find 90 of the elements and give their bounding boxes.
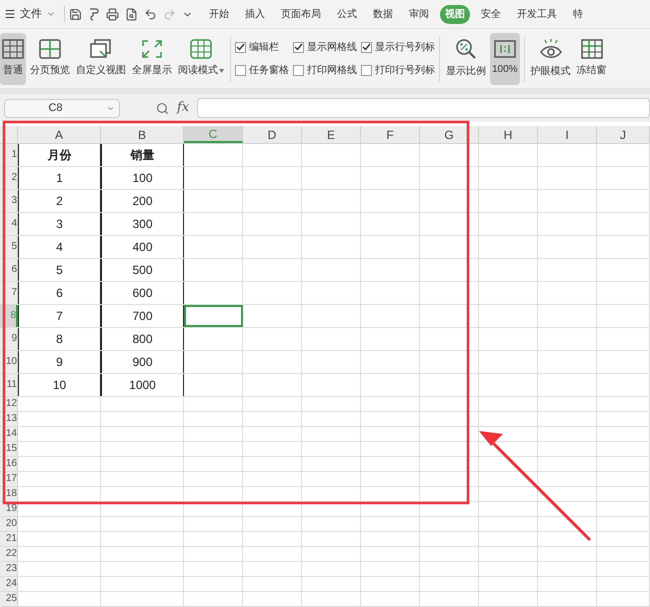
table-cell[interactable]: 4: [18, 236, 101, 258]
table-cell[interactable]: 300: [101, 213, 184, 235]
table-cell[interactable]: 700: [101, 305, 184, 327]
ribbon-tab[interactable]: 审阅: [404, 4, 434, 24]
table-cell[interactable]: 400: [101, 236, 184, 258]
function-label: fx: [177, 99, 190, 118]
table-cell[interactable]: 10: [18, 374, 101, 396]
row-header[interactable]: 23: [0, 562, 18, 576]
column-header[interactable]: F: [361, 126, 420, 143]
ribbon-tab[interactable]: 开发工具: [512, 4, 562, 24]
table-cell[interactable]: 3: [18, 213, 101, 235]
column-header[interactable]: J: [597, 126, 650, 143]
column-header[interactable]: E: [302, 126, 361, 143]
table-cell[interactable]: 8: [18, 328, 101, 350]
ribbon-button[interactable]: 显示比例: [444, 32, 488, 84]
checkbox-option[interactable]: 编辑栏: [235, 40, 289, 54]
check-icon: [236, 43, 245, 51]
file-menu[interactable]: 文件: [0, 6, 60, 22]
page-layout-icon: [39, 39, 61, 59]
table-cell[interactable]: 900: [101, 351, 184, 373]
table-cell[interactable]: 1: [18, 167, 101, 189]
table-cell[interactable]: 9: [18, 351, 101, 373]
windows-icon: [90, 39, 112, 59]
name-box[interactable]: C8: [4, 98, 120, 118]
table-cell[interactable]: 500: [101, 259, 184, 281]
table-cell[interactable]: 6: [18, 282, 101, 304]
ribbon-button[interactable]: 冻结窗: [574, 32, 609, 84]
save-icon[interactable]: [69, 8, 82, 20]
table-cell[interactable]: [184, 305, 243, 327]
undo-icon[interactable]: [144, 8, 157, 20]
checkbox[interactable]: [361, 42, 372, 52]
table-cell[interactable]: 200: [101, 190, 184, 212]
formula-input[interactable]: [197, 98, 650, 118]
row-header[interactable]: 22: [0, 547, 18, 561]
printer-icon[interactable]: [106, 8, 119, 20]
row-header[interactable]: 21: [0, 532, 18, 546]
eye-icon: [538, 38, 563, 60]
row-header[interactable]: 24: [0, 577, 18, 591]
grid-icon: [2, 39, 24, 59]
table-cell[interactable]: 7: [18, 305, 101, 327]
ribbon-tab[interactable]: 特: [568, 4, 588, 24]
menu-icon: [4, 8, 16, 20]
ribbon-button[interactable]: 自定义视图: [74, 32, 128, 84]
checkbox-option[interactable]: 打印行号列标: [361, 62, 435, 78]
column-header[interactable]: A: [18, 126, 101, 143]
ribbon-tab[interactable]: 数据: [368, 4, 398, 24]
checkbox[interactable]: [293, 64, 304, 76]
checkbox-option[interactable]: 显示网格线: [293, 40, 357, 54]
column-header[interactable]: G: [420, 126, 479, 143]
ribbon-button[interactable]: 全屏显示: [130, 32, 174, 84]
ribbon-tab[interactable]: 页面布局: [276, 4, 326, 24]
column-header[interactable]: H: [479, 126, 538, 143]
table-cell[interactable]: 100: [101, 167, 184, 189]
ribbon-tab[interactable]: 插入: [240, 4, 270, 24]
table-cell[interactable]: 600: [101, 282, 184, 304]
checkbox[interactable]: [361, 64, 372, 76]
checkbox[interactable]: [293, 42, 304, 52]
row-header[interactable]: 25: [0, 592, 18, 606]
ribbon-button[interactable]: 护眼模式: [528, 32, 573, 84]
brush-icon[interactable]: [88, 8, 100, 20]
ribbon-button[interactable]: 普通: [0, 32, 26, 84]
table-cell[interactable]: 2: [18, 190, 101, 212]
ribbon-button[interactable]: 阅读模式: [176, 32, 226, 84]
table-cell[interactable]: 5: [18, 259, 101, 281]
column-header[interactable]: D: [243, 126, 302, 143]
table-cell[interactable]: 月份: [18, 144, 101, 166]
freeze-grid-icon: [580, 39, 603, 59]
ribbon-button[interactable]: 100%: [490, 32, 520, 84]
zoom-icon[interactable]: [156, 102, 169, 114]
checkbox-option[interactable]: 任务窗格: [235, 62, 289, 78]
ratio-icon: [494, 40, 516, 58]
ribbon-tab[interactable]: 公式: [332, 4, 362, 24]
checkbox-option[interactable]: 显示行号列标: [361, 40, 435, 54]
preview-icon[interactable]: [125, 8, 138, 20]
table-cell[interactable]: 销量: [101, 144, 184, 166]
ribbon-button[interactable]: 分页预览: [28, 32, 72, 84]
expand-icon: [141, 39, 163, 59]
checkbox[interactable]: [235, 64, 246, 76]
row-header[interactable]: 20: [0, 517, 18, 531]
check-icon: [294, 43, 303, 51]
zoom-percent-icon: [455, 38, 477, 60]
checkbox[interactable]: [235, 42, 246, 52]
check-icon: [362, 43, 371, 51]
table-cell[interactable]: 800: [101, 328, 184, 350]
grid-cross-icon: [190, 39, 212, 59]
column-header[interactable]: I: [538, 126, 597, 143]
checkbox-option[interactable]: 打印网格线: [293, 62, 357, 78]
table-cell[interactable]: 1000: [101, 374, 184, 396]
ribbon-tab[interactable]: 安全: [476, 4, 506, 24]
ribbon-tab[interactable]: 开始: [204, 4, 234, 24]
